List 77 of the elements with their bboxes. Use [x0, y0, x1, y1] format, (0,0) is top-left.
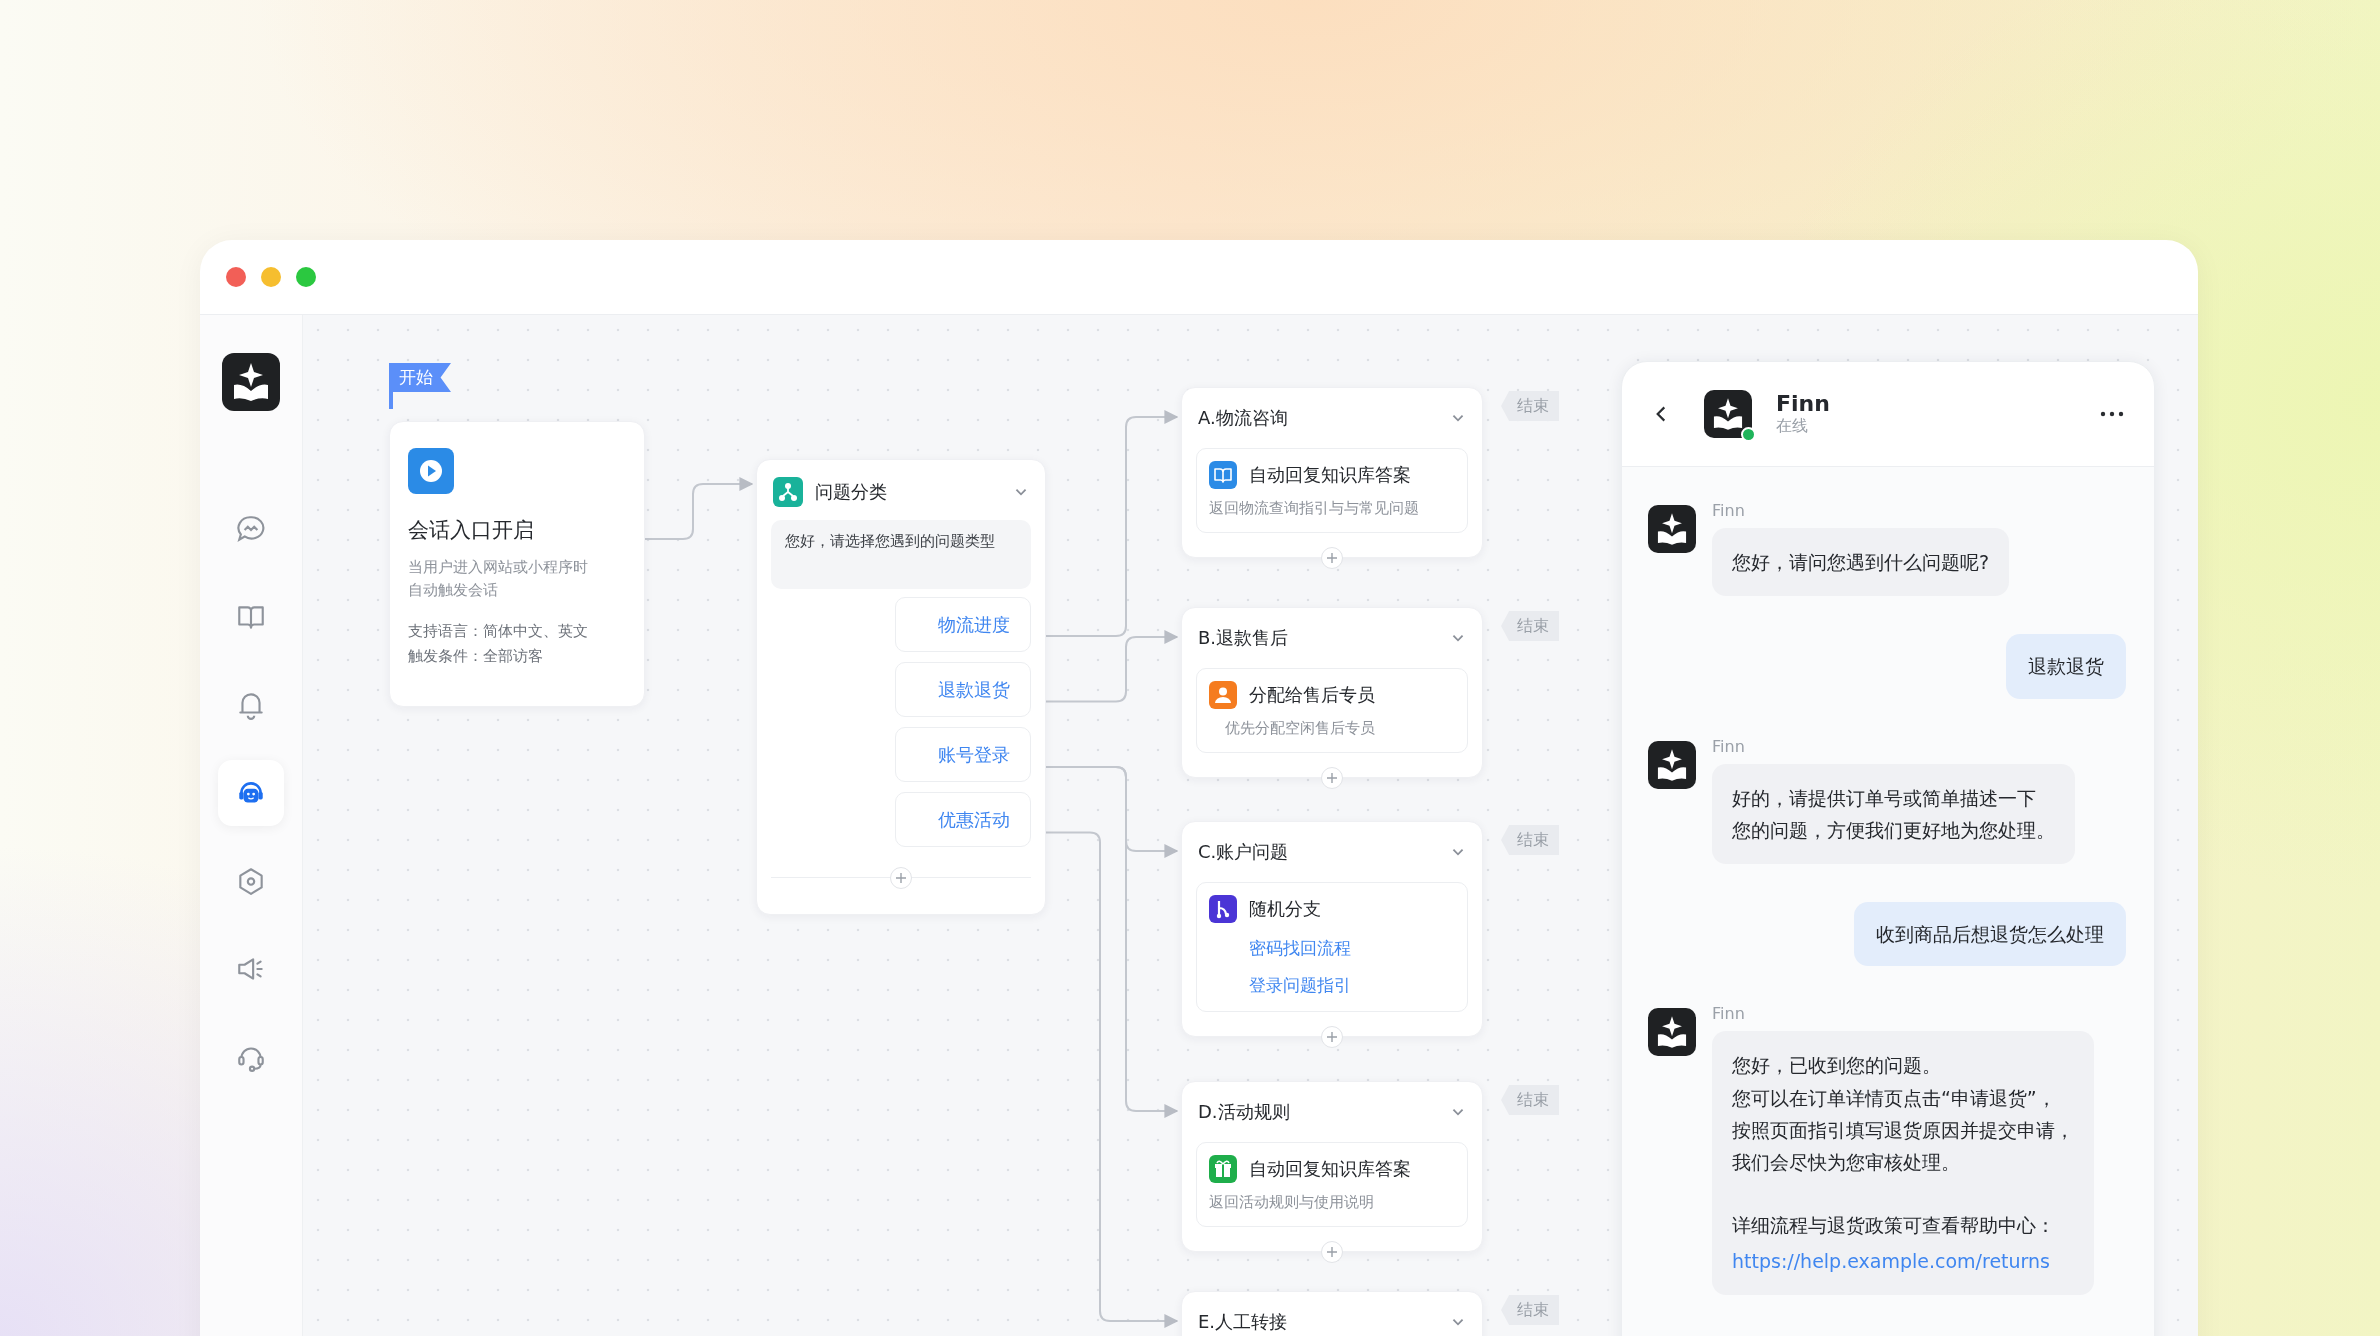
- action-description: 返回活动规则与使用说明: [1209, 1193, 1375, 1212]
- branch-title: C.账户问题: [1198, 840, 1290, 864]
- add-button[interactable]: [1321, 1241, 1343, 1263]
- plus-icon: [895, 872, 907, 884]
- start-node[interactable]: 会话入口开启 当用户进入网站或小程序时自动触发会话 支持语言：简体中文、英文 触发条件：全部访客: [389, 421, 645, 707]
- option-button[interactable]: 账号登录: [895, 727, 1031, 782]
- branch-title: A.物流咨询: [1198, 406, 1289, 430]
- option-button[interactable]: 退款退货: [895, 662, 1031, 717]
- action-description: 优先分配空闲售后专员: [1224, 719, 1376, 738]
- add-button[interactable]: [1321, 767, 1343, 789]
- action-title: 随机分支: [1249, 897, 1321, 921]
- node-title: 问题分类: [815, 480, 888, 504]
- end-tag: 结束: [1501, 825, 1559, 855]
- message-text: 您好，请问您遇到什么问题呢?: [1732, 550, 1990, 575]
- action-title: 分配给售后专员: [1249, 683, 1375, 707]
- branch-node[interactable]: C.账户问题 随机分支 密码找回流程 登录问题指引: [1181, 821, 1483, 1037]
- option-button[interactable]: 优惠活动: [895, 792, 1031, 847]
- action-card[interactable]: 随机分支 密码找回流程 登录问题指引: [1196, 882, 1468, 1012]
- classifier-node[interactable]: 问题分类 您好，请选择您遇到的问题类型 物流进度 退款退货 账号登录 优惠活动: [756, 459, 1046, 915]
- message-text: 您好，已收到您的问题。 您可以在订单详情页点击“申请退货”， 按照页面指引填写退货原因并提交申请， 我们会尽快为您审核处理。: [1732, 1053, 2074, 1176]
- book-icon: [1209, 461, 1237, 489]
- end-tag: 结束: [1501, 1295, 1559, 1325]
- sender-name: Finn: [1712, 736, 1745, 756]
- sender-name: Finn: [1712, 501, 1745, 520]
- branch-node[interactable]: A.物流咨询 自动回复知识库答案 返回物流查询指引与与常见问题: [1181, 387, 1483, 558]
- branch-icon: [1209, 895, 1237, 923]
- maximize-button[interactable]: [296, 267, 316, 287]
- sidebar-item[interactable]: [218, 760, 284, 826]
- plus-icon: [1326, 1031, 1338, 1043]
- node-detail: 触发条件：全部访客: [408, 646, 544, 667]
- end-tag: 结束: [1501, 611, 1559, 641]
- action-card[interactable]: 自动回复知识库答案 返回物流查询指引与与常见问题: [1196, 448, 1468, 533]
- plus-icon: [1326, 1246, 1338, 1258]
- option-button[interactable]: 物流进度: [895, 597, 1031, 652]
- avatar-icon: [1648, 740, 1696, 789]
- branch-link[interactable]: 登录问题指引: [1209, 974, 1351, 997]
- logo-icon: [222, 353, 280, 411]
- avatar-icon: [1648, 505, 1696, 553]
- gift-icon: [1209, 1155, 1237, 1183]
- start-flag: 开始: [389, 363, 451, 409]
- node-title: 会话入口开启: [408, 517, 535, 544]
- avatar-icon: [1704, 390, 1752, 438]
- sender-name: Finn: [1712, 1004, 1745, 1024]
- person-icon: [1209, 681, 1237, 709]
- action-card[interactable]: 自动回复知识库答案 返回活动规则与使用说明: [1196, 1142, 1468, 1227]
- action-title: 自动回复知识库答案: [1249, 463, 1411, 487]
- end-tag: 结束: [1501, 391, 1559, 421]
- action-card[interactable]: 分配给售后专员 优先分配空闲售后专员: [1196, 668, 1468, 753]
- node-description: 当用户进入网站或小程序时自动触发会话: [408, 557, 589, 602]
- more-icon[interactable]: [2100, 411, 2124, 417]
- branch-node[interactable]: D.活动规则 自动回复知识库答案 返回活动规则与使用说明: [1181, 1081, 1483, 1252]
- branch-node[interactable]: B.退款售后 分配给售后专员 优先分配空闲售后专员: [1181, 607, 1483, 778]
- message-text: 退款退货: [2028, 654, 2104, 680]
- branch-title: B.退款售后: [1198, 626, 1290, 650]
- branch-node[interactable]: E.人工转接: [1181, 1291, 1483, 1336]
- branch-title: E.人工转接: [1198, 1310, 1289, 1334]
- message-text: 详细流程与退货政策可查看帮助中心：: [1732, 1212, 2056, 1238]
- message-text: 好的，请提供订单号或简单描述一下 您的问题，方便我们更好地为您处理。: [1732, 785, 2055, 843]
- action-title: 自动回复知识库答案: [1249, 1157, 1411, 1181]
- close-button[interactable]: [226, 267, 246, 287]
- hierarchy-icon: [773, 477, 803, 507]
- action-description: 返回物流查询指引与与常见问题: [1209, 499, 1420, 518]
- plus-icon: [1326, 772, 1338, 784]
- plus-icon: [1326, 552, 1338, 564]
- avatar-icon: [1648, 1008, 1696, 1057]
- contact-status: 在线: [1776, 416, 1809, 437]
- minimize-button[interactable]: [261, 267, 281, 287]
- add-button[interactable]: [890, 867, 912, 889]
- play-icon: [408, 448, 454, 494]
- add-button[interactable]: [1321, 1026, 1343, 1048]
- branch-title: D.活动规则: [1198, 1100, 1291, 1124]
- node-detail: 支持语言：简体中文、英文: [408, 620, 589, 642]
- prompt-text: 您好，请选择您遇到的问题类型: [771, 520, 1031, 589]
- branch-link[interactable]: 密码找回流程: [1209, 937, 1351, 960]
- contact-name: Finn: [1776, 391, 1831, 416]
- end-tag: 结束: [1501, 1085, 1559, 1115]
- message-text: 收到商品后想退货怎么处理: [1876, 922, 2104, 948]
